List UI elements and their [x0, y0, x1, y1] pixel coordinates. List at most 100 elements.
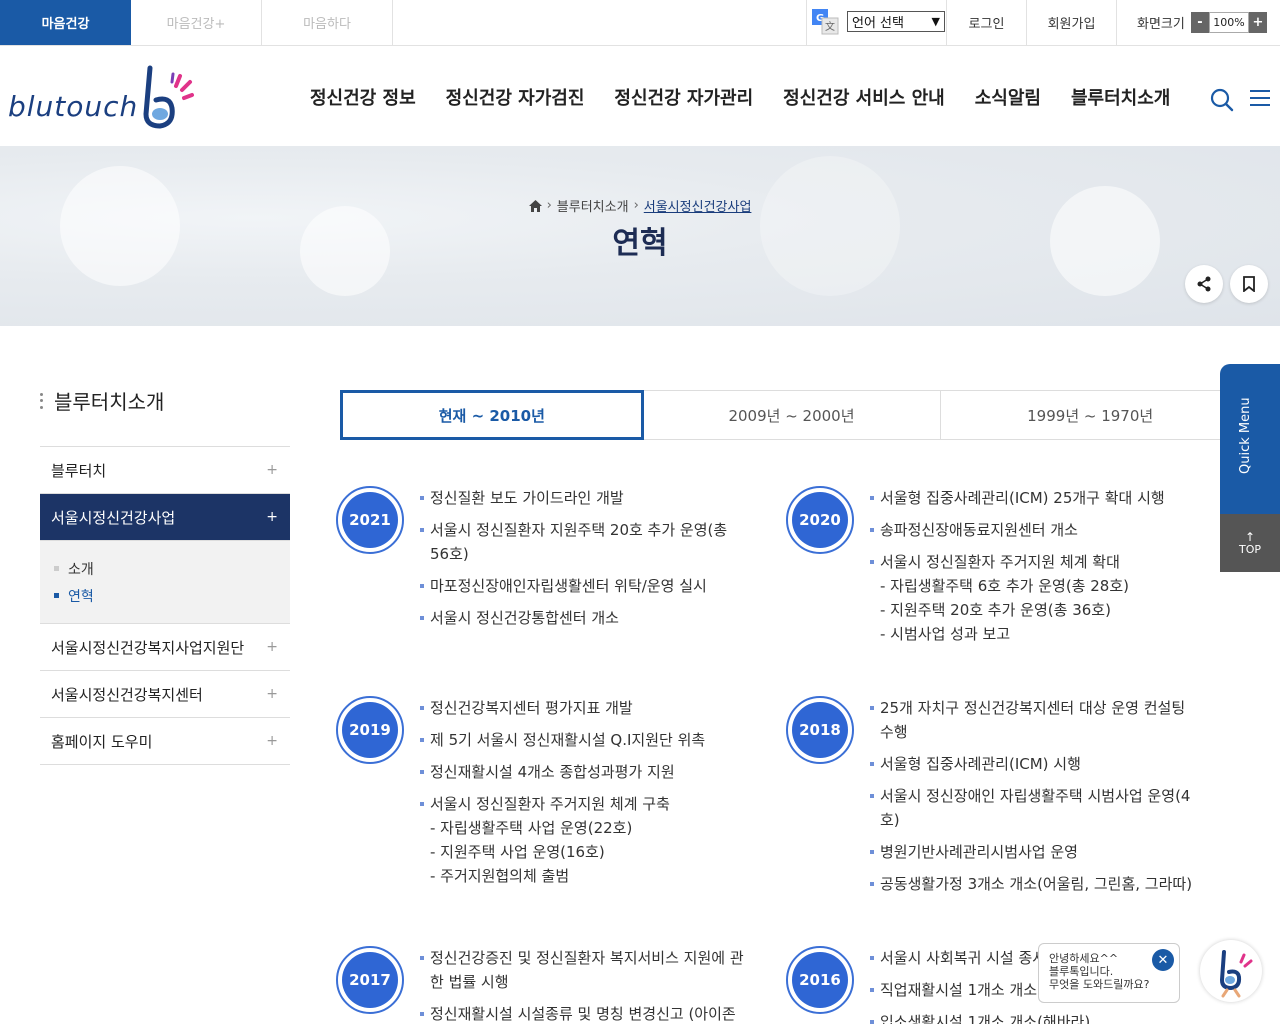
arrow-up-icon: ↑ — [1244, 529, 1256, 544]
sidebar-item-label: 서울시정신건강복지사업지원단 — [51, 638, 245, 657]
zoom-value: 100% — [1209, 12, 1249, 33]
chatbot-mascot-icon — [1219, 950, 1253, 998]
breadcrumb-current[interactable]: 서울시정신건강사업 — [644, 196, 752, 215]
event-item: 정신재활시설 4개소 종합성과평가 지원 — [420, 760, 750, 784]
tab-2009-2000[interactable]: 2009년 ~ 2000년 — [643, 391, 942, 439]
bullet-icon — [54, 593, 59, 598]
breadcrumb-about[interactable]: 블루터치소개 — [557, 196, 629, 215]
share-icon — [1197, 276, 1211, 292]
nav-self-care[interactable]: 정신건강 자가관리 — [614, 84, 753, 110]
page-title: 연혁 — [612, 226, 668, 261]
event-subitem: - 지원주택 20호 추가 운영(총 36호) — [880, 601, 1111, 619]
event-text: 병원기반사례관리시범사업 운영 — [880, 843, 1078, 861]
search-icon[interactable] — [1210, 88, 1234, 112]
event-text: 서울시 정신질환자 주거지원 체계 구축 — [430, 795, 670, 813]
plus-icon: + — [266, 639, 278, 655]
sidebar-sub-item-intro[interactable]: 소개 — [54, 555, 290, 582]
year-badge: 2017 — [336, 946, 404, 1014]
chatbot-line: 안녕하세요^^ — [1049, 952, 1119, 965]
sidebar-item-blutouch[interactable]: 블루터치 + — [40, 447, 290, 494]
year-label: 2016 — [792, 952, 848, 1008]
event-subitem: - 주거지원협의체 출범 — [430, 867, 570, 885]
sidebar-item-help[interactable]: 홈페이지 도우미 + — [40, 718, 290, 765]
event-item: 서울시 정신질환자 주거지원 체계 구축 - 자립생활주택 사업 운영(22호) -… — [420, 792, 750, 888]
nav-mental-health-info[interactable]: 정신건강 정보 — [310, 84, 416, 110]
login-link[interactable]: 로그인 — [946, 0, 1026, 45]
scroll-top-button[interactable]: ↑ TOP — [1220, 514, 1280, 572]
breadcrumb-separator-icon: › — [546, 198, 552, 213]
event-text: 서울시 정신건강통합센터 개소 — [430, 609, 619, 627]
event-list: 정신질환 보도 가이드라인 개발 서울시 정신질환자 지원주택 20호 추가 운영… — [420, 486, 750, 638]
zoom-control: - 100% + — [1191, 12, 1267, 33]
sidebar-item-label: 서울시정신건강사업 — [51, 508, 176, 527]
event-item: 정신건강복지센터 평가지표 개발 — [420, 696, 750, 720]
zoom-out-button[interactable]: - — [1191, 12, 1209, 33]
language-select[interactable]: 언어 선택 ▼ — [847, 11, 945, 32]
tab-1999-1970[interactable]: 1999년 ~ 1970년 — [941, 391, 1239, 439]
chatbot-avatar[interactable] — [1200, 940, 1262, 1002]
event-list: 25개 자치구 정신건강복지센터 대상 운영 컨설팅 수행서울형 집중사례관리(… — [870, 696, 1200, 904]
site-tab-maeumgeongang-plus[interactable]: 마음건강+ — [131, 0, 262, 45]
bookmark-button[interactable] — [1230, 265, 1268, 303]
sidebar-item-support-group[interactable]: 서울시정신건강복지사업지원단 + — [40, 624, 290, 671]
chatbot-line: 무엇을 도와드릴까요? — [1049, 978, 1150, 991]
event-text: 서울시 정신장애인 자립생활주택 시범사업 운영(4호) — [880, 787, 1191, 829]
sidebar-sub-item-history[interactable]: 연혁 — [54, 582, 290, 609]
zoom-in-button[interactable]: + — [1249, 12, 1267, 33]
nav-about[interactable]: 블루터치소개 — [1071, 84, 1170, 110]
dots-icon — [40, 392, 44, 409]
sidebar-item-seoul-mental-health[interactable]: 서울시정신건강사업 + — [40, 494, 290, 541]
signup-link[interactable]: 회원가입 — [1026, 0, 1116, 45]
event-text: 서울형 집중사례관리(ICM) 25개구 확대 시행 — [880, 489, 1165, 507]
event-item: 제 5기 서울시 정신재활시설 Q.I지원단 위촉 — [420, 728, 750, 752]
event-text: 25개 자치구 정신건강복지센터 대상 운영 컨설팅 수행 — [880, 699, 1186, 741]
event-item: 마포정신장애인자립생활센터 위탁/운영 실시 — [420, 574, 750, 598]
sidebar-title-text: 블루터치소개 — [54, 390, 165, 414]
quick-menu-button[interactable]: Quick Menu — [1220, 364, 1280, 514]
event-item: 정신건강증진 및 정신질환자 복지서비스 지원에 관한 법률 시행 — [420, 946, 750, 994]
nav-service-guide[interactable]: 정신건강 서비스 안내 — [783, 84, 945, 110]
home-icon[interactable] — [528, 199, 542, 212]
year-label: 2018 — [792, 702, 848, 758]
share-button[interactable] — [1185, 265, 1223, 303]
event-text: 정신건강증진 및 정신질환자 복지서비스 지원에 관한 법률 시행 — [430, 949, 744, 991]
hamburger-menu-icon[interactable] — [1250, 89, 1270, 107]
event-item: 송파정신장애동료지원센터 개소 — [870, 518, 1200, 542]
sidebar-item-welfare-center[interactable]: 서울시정신건강복지센터 + — [40, 671, 290, 718]
event-text: 서울시 정신질환자 지원주택 20호 추가 운영(총 56호) — [430, 521, 728, 563]
year-label: 2017 — [342, 952, 398, 1008]
event-list: 정신건강복지센터 평가지표 개발제 5기 서울시 정신재활시설 Q.I지원단 위… — [420, 696, 750, 896]
logo[interactable]: blutouch — [8, 64, 198, 130]
tab-present-2010[interactable]: 현재 ~ 2010년 — [340, 390, 644, 440]
event-item: 서울형 집중사례관리(ICM) 시행 — [870, 752, 1200, 776]
breadcrumb: › 블루터치소개 › 서울시정신건강사업 — [0, 196, 1280, 215]
sidebar-item-label: 홈페이지 도우미 — [51, 732, 153, 751]
nav-news[interactable]: 소식알림 — [975, 84, 1041, 110]
year-label: 2019 — [342, 702, 398, 758]
logo-mark-icon — [143, 65, 194, 129]
event-subitem: - 지원주택 사업 운영(16호) — [430, 843, 605, 861]
event-list: 정신건강증진 및 정신질환자 복지서비스 지원에 관한 법률 시행정신재활시설 … — [420, 946, 750, 1024]
event-text: 서울시 정신질환자 주거지원 체계 확대 — [880, 553, 1120, 571]
logo-text: blutouch — [8, 90, 139, 123]
sidebar-sub-item-label: 소개 — [68, 561, 94, 578]
event-text: 정신재활시설 시설종류 및 명칭 변경신고 (아이존 — [430, 1005, 736, 1023]
year-label: 2021 — [342, 492, 398, 548]
site-tab-maeumhada[interactable]: 마음하다 — [262, 0, 393, 45]
top-utility-bar: 마음건강 마음건강+ 마음하다 G 文 언어 선택 ▼ 로그인 회원가입 화면크… — [0, 0, 1280, 46]
event-text: 정신재활시설 4개소 종합성과평가 지원 — [430, 763, 675, 781]
plus-icon: + — [266, 686, 278, 702]
year-badge: 2019 — [336, 696, 404, 764]
event-item: 서울시 정신질환자 주거지원 체계 확대 - 자립생활주택 6호 추가 운영(총 … — [870, 550, 1200, 646]
event-text: 직업재활시설 1개소 개소 — [880, 981, 1038, 999]
nav-self-check[interactable]: 정신건강 자가검진 — [446, 84, 585, 110]
page-banner: › 블루터치소개 › 서울시정신건강사업 연혁 — [0, 146, 1280, 326]
sidebar-item-label: 서울시정신건강복지센터 — [51, 685, 203, 704]
event-item: 서울형 집중사례관리(ICM) 25개구 확대 시행 — [870, 486, 1200, 510]
event-item: 서울시 정신질환자 지원주택 20호 추가 운영(총 56호) — [420, 518, 750, 566]
chatbot-close-button[interactable]: ✕ — [1152, 949, 1174, 971]
breadcrumb-separator-icon: › — [633, 198, 639, 213]
site-tab-maeumgeongang[interactable]: 마음건강 — [0, 0, 131, 45]
event-text: 입소생활시설 1개소 개소(해바라) — [880, 1013, 1091, 1024]
event-text: 서울형 집중사례관리(ICM) 시행 — [880, 755, 1081, 773]
